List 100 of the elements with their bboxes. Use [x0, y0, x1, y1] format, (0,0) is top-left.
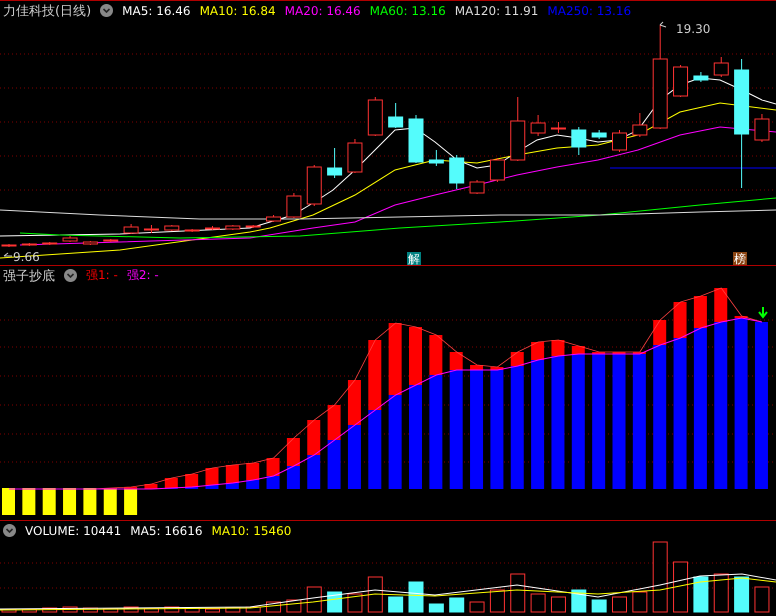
volume-bar — [62, 606, 78, 612]
indicator-value: MA120: 11.91 — [454, 4, 538, 18]
volume-bar — [673, 562, 688, 612]
volume-bar — [42, 608, 58, 612]
indicator-bar — [22, 488, 36, 515]
indicator-bar — [348, 380, 361, 425]
indicator-value: MA250: 13.16 — [547, 4, 632, 18]
indicator-bar — [368, 340, 382, 410]
candlestick — [470, 180, 485, 194]
volume-bar — [246, 606, 261, 612]
indicator-bar — [286, 466, 300, 489]
candlestick — [82, 240, 98, 246]
pointer-arrow-icon — [660, 22, 666, 28]
high-price-label: 19.30 — [676, 22, 710, 36]
volume-bar — [144, 608, 159, 612]
volume-bar — [184, 608, 200, 612]
volume-bar — [490, 590, 505, 612]
candlestick — [673, 64, 688, 98]
candlestick — [571, 126, 586, 156]
indicator-bar — [42, 488, 56, 515]
candlestick — [327, 148, 342, 178]
chart-title: 力佳科技(日线) — [3, 2, 92, 20]
candlestick — [368, 96, 383, 136]
candlestick — [449, 154, 464, 190]
volume-bar — [225, 608, 240, 612]
indicator-bar — [388, 323, 402, 395]
indicator-bar — [328, 440, 341, 489]
indicator-value: MA10: 16.84 — [200, 4, 276, 18]
volume-bar — [449, 598, 464, 612]
candlestick — [490, 158, 505, 182]
indicator-bar — [328, 405, 341, 440]
candlestick — [22, 242, 37, 246]
collapse-icon[interactable] — [3, 524, 16, 537]
indicator-value: MA5: 16616 — [130, 524, 203, 538]
volume-bar — [408, 582, 424, 612]
volume-bar — [510, 574, 526, 612]
candlestick — [286, 192, 302, 218]
volume-bar — [693, 576, 708, 612]
candlestick — [530, 114, 546, 136]
indicator-value: MA5: 16.46 — [122, 4, 191, 18]
candlestick — [144, 224, 159, 234]
indicator-value: MA20: 16.46 — [284, 4, 361, 18]
candlestick — [428, 150, 444, 166]
indicator-bar — [307, 420, 320, 455]
volume-bar — [632, 592, 648, 612]
indicator-bar — [286, 438, 300, 466]
volume-bar — [754, 586, 770, 612]
indicator-bar — [348, 425, 361, 489]
volume-bar — [530, 594, 546, 612]
event-marker[interactable]: 解 — [407, 252, 421, 266]
pointer-arrow-icon — [4, 252, 12, 256]
candlestick — [510, 96, 526, 162]
indicator-bar — [266, 476, 280, 489]
volume-bar — [388, 596, 404, 612]
indicator-value: 强1: - — [86, 267, 118, 284]
volume-bar — [327, 592, 342, 612]
volume-bar — [368, 576, 383, 612]
candlestick — [388, 102, 404, 128]
candlestick — [124, 224, 139, 234]
candlestick — [632, 112, 648, 138]
volume-bar — [347, 594, 362, 612]
indicator-value: MA10: 15460 — [212, 524, 292, 538]
candlestick — [550, 122, 566, 134]
indicator-bar — [63, 488, 76, 515]
candlestick — [103, 238, 118, 242]
candlestick — [714, 56, 729, 78]
collapse-icon[interactable] — [100, 4, 114, 17]
indicator-bar — [144, 484, 158, 489]
volume-bar — [571, 590, 586, 612]
event-marker[interactable]: 榜 — [733, 252, 747, 266]
candlestick — [246, 224, 261, 228]
volume-bar — [652, 542, 668, 612]
candlestick — [42, 242, 58, 246]
volume-bar — [470, 602, 485, 612]
candlestick — [347, 138, 362, 174]
down-arrow-icon — [758, 306, 768, 319]
candlestick — [754, 114, 770, 142]
indicator-value: 强2: - — [126, 267, 159, 284]
indicator-bar — [83, 488, 96, 515]
candlestick — [184, 228, 200, 232]
volume-bar — [714, 574, 729, 612]
volume-bar — [164, 606, 180, 612]
indicator-value: VOLUME: 10441 — [25, 524, 122, 538]
volume-bar — [205, 608, 220, 612]
indicator-bar — [307, 455, 320, 489]
candlestick — [225, 224, 240, 230]
volume-bar — [103, 608, 118, 612]
volume-bar — [550, 596, 566, 612]
indicator-bar — [266, 458, 280, 476]
volume-bar — [612, 596, 627, 612]
volume-bar — [124, 606, 139, 612]
candlestick — [693, 72, 708, 82]
volume-bar — [592, 600, 607, 612]
chart-title: 强子抄底 — [3, 268, 55, 284]
volume-bar — [306, 586, 322, 612]
indicator-value: MA60: 13.16 — [370, 4, 446, 18]
volume-bar — [82, 608, 98, 612]
collapse-icon[interactable] — [64, 269, 77, 282]
candlestick — [164, 224, 180, 232]
candlestick — [62, 236, 78, 242]
